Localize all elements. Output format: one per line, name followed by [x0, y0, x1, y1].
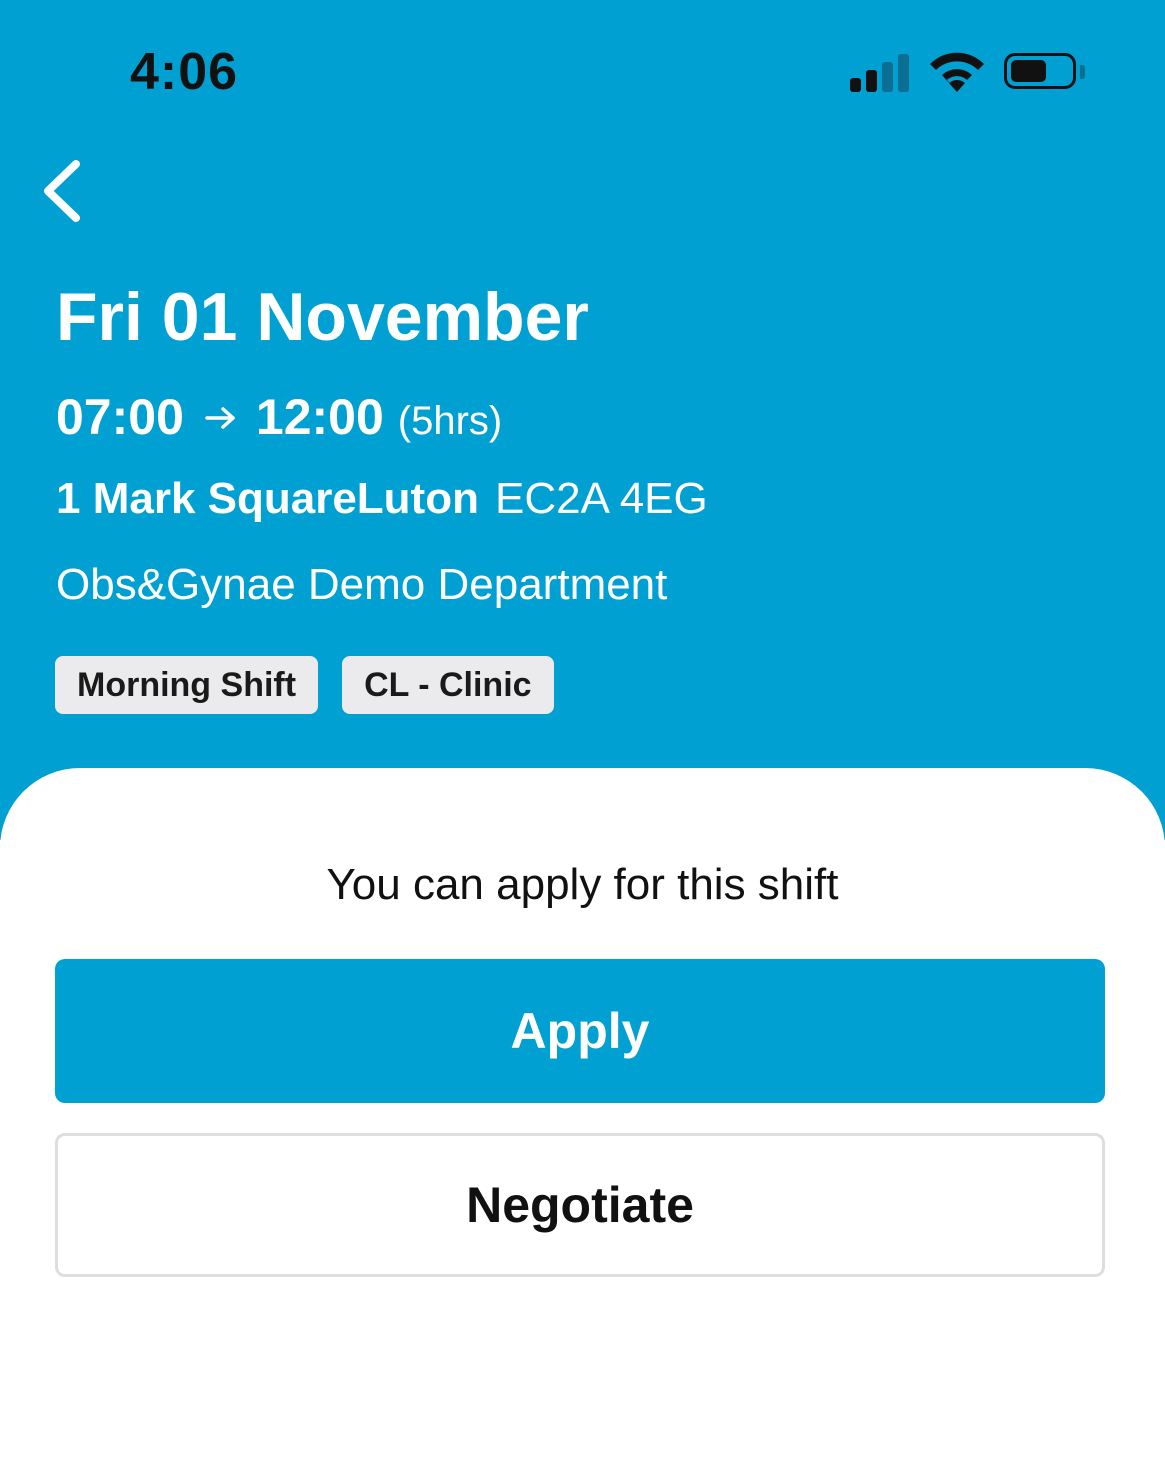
signal-bar [866, 70, 877, 92]
start-time: 07:00 [56, 389, 184, 445]
chevron-left-icon [44, 160, 80, 222]
shift-time-range: 07:00 12:00 (5hrs) [56, 388, 502, 448]
tag-shift-type: Morning Shift [55, 656, 319, 714]
tag-category: CL - Clinic [342, 656, 554, 714]
shift-duration: (5hrs) [397, 399, 503, 443]
shift-address: 1 Mark SquareLuton EC2A 4EG [56, 474, 708, 524]
apply-eligibility-message: You can apply for this shift [326, 860, 839, 909]
shift-header: 4:06 Fri 01 November 07:00 12:00 (5hrs) … [0, 0, 1165, 840]
shift-date: Fri 01 November [56, 279, 589, 355]
negotiate-button[interactable]: Negotiate [55, 1133, 1105, 1277]
back-button[interactable] [30, 150, 100, 234]
cellular-signal-icon [850, 54, 910, 92]
battery-icon [1004, 53, 1076, 89]
end-time: 12:00 [255, 389, 384, 445]
apply-button[interactable]: Apply [55, 959, 1105, 1103]
battery-fill [1011, 60, 1046, 82]
shift-detail-screen: 4:06 Fri 01 November 07:00 12:00 (5hrs) … [0, 0, 1165, 1467]
address-postcode: EC2A 4EG [494, 474, 708, 523]
arrow-right-icon [205, 407, 235, 429]
battery-cap [1080, 65, 1085, 79]
signal-bar [898, 54, 909, 92]
shift-tags: Morning Shift CL - Clinic [55, 656, 554, 714]
signal-bar [882, 62, 893, 92]
status-time: 4:06 [130, 43, 239, 101]
address-street: 1 Mark SquareLuton [56, 474, 479, 523]
department-name: Obs&Gynae Demo Department [56, 560, 668, 609]
wifi-icon [930, 52, 984, 92]
signal-bar [850, 78, 861, 92]
